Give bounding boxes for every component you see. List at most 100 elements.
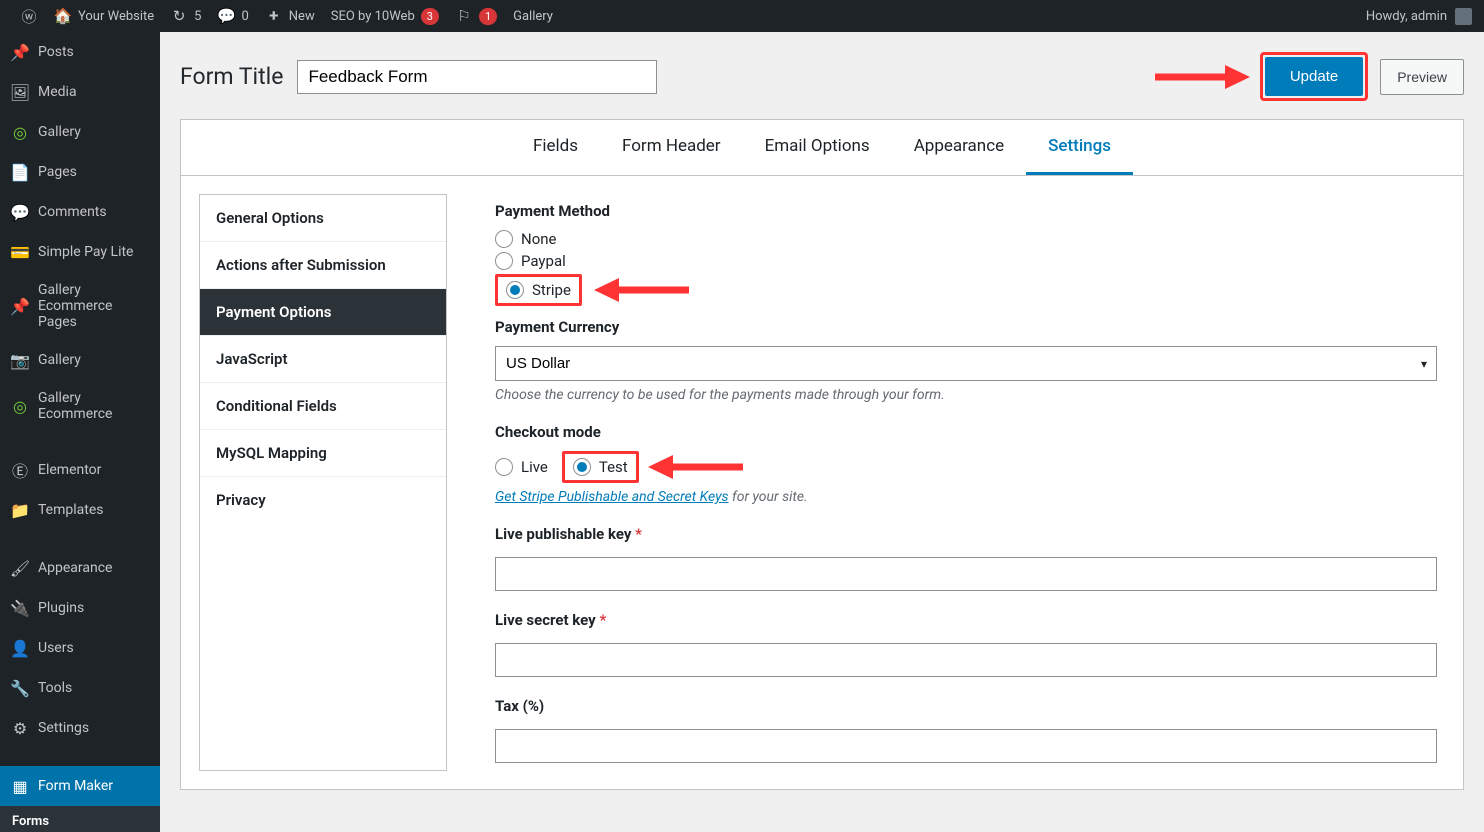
updates-count: 5: [194, 9, 201, 24]
arrow-annotation-icon: [1150, 62, 1250, 92]
tab-settings[interactable]: Settings: [1026, 120, 1133, 175]
pm-stripe-row[interactable]: Stripe: [506, 281, 571, 299]
tab-form-header[interactable]: Form Header: [600, 120, 743, 175]
sidebar-item-templates[interactable]: 📁Templates: [0, 490, 160, 530]
settings-area: Payment Method None Paypal Stripe Paymen…: [487, 194, 1445, 771]
sidebar-item-posts[interactable]: 📌Posts: [0, 32, 160, 72]
admin-bar-right: Howdy, admin: [1366, 8, 1472, 25]
highlight-stripe: Stripe: [495, 274, 582, 306]
menu-label: Gallery Ecommerce: [38, 390, 150, 422]
currency-label: Payment Currency: [495, 318, 1437, 336]
currency-help: Choose the currency to be used for the p…: [495, 387, 1437, 403]
menu-icon: 📌: [10, 296, 30, 316]
sidebar-item-form-maker[interactable]: ▦ Form Maker: [0, 766, 160, 806]
menu-icon: ◎: [10, 122, 30, 142]
sidebar-item-plugins[interactable]: 🔌Plugins: [0, 588, 160, 628]
submenu-forms[interactable]: Forms: [0, 806, 160, 832]
notif-badge: 1: [479, 8, 497, 25]
sidebar-item-settings[interactable]: ⚙Settings: [0, 708, 160, 748]
menu-label: Gallery: [38, 352, 81, 368]
preview-button[interactable]: Preview: [1380, 59, 1464, 95]
cm-live-row[interactable]: Live: [495, 458, 548, 476]
menu-icon: 💬: [10, 202, 30, 222]
menu-label: Tools: [38, 680, 72, 696]
sidebar-item-appearance[interactable]: 🖌Appearance: [0, 548, 160, 588]
tab-fields[interactable]: Fields: [511, 120, 600, 175]
update-button[interactable]: Update: [1265, 57, 1363, 96]
cm-test-row[interactable]: Test: [573, 458, 628, 476]
admin-sidebar: 📌Posts 🖼 Media ◎ Gallery 📄Pages💬Comments💳Simp…: [0, 32, 160, 832]
live-sec-label: Live secret key *: [495, 611, 1437, 629]
menu-label: Form Maker: [38, 778, 113, 794]
site-name: Your Website: [78, 9, 154, 24]
sidenav-payment-options[interactable]: Payment Options: [200, 289, 446, 336]
seo-link[interactable]: SEO by 10Web3: [323, 0, 447, 32]
radio-icon: [573, 458, 591, 476]
tab-email-options[interactable]: Email Options: [743, 120, 892, 175]
sidebar-item-media[interactable]: 🖼 Media: [0, 72, 160, 112]
sidenav-javascript[interactable]: JavaScript: [200, 336, 446, 383]
avatar[interactable]: [1455, 8, 1472, 25]
sidebar-item-gallery[interactable]: 📷 Gallery: [0, 340, 160, 380]
tax-input[interactable]: [495, 729, 1437, 763]
menu-icon: Ⓔ: [10, 460, 30, 480]
radio-icon: [495, 458, 513, 476]
arrow-annotation-icon: [648, 452, 748, 482]
sidenav-actions-after-submission[interactable]: Actions after Submission: [200, 242, 446, 289]
currency-select[interactable]: US Dollar: [495, 346, 1437, 381]
stripe-keys-link[interactable]: Get Stripe Publishable and Secret Keys: [495, 489, 729, 505]
form-title-label: Form Title: [180, 63, 283, 90]
panel-body: General OptionsActions after SubmissionP…: [181, 176, 1463, 789]
home-icon: 🏠: [54, 7, 72, 25]
menu-icon: 🔧: [10, 678, 30, 698]
updates-link[interactable]: ↻5: [162, 0, 209, 32]
menu-icon: 📷: [10, 350, 30, 370]
new-content-link[interactable]: +New: [257, 0, 323, 32]
sidenav-general-options[interactable]: General Options: [200, 195, 446, 242]
sidebar-item-simple-pay-lite[interactable]: 💳Simple Pay Lite: [0, 232, 160, 272]
sidebar-item-users[interactable]: 👤Users: [0, 628, 160, 668]
tab-appearance[interactable]: Appearance: [892, 120, 1026, 175]
pm-paypal-label: Paypal: [521, 252, 566, 270]
payment-method-label: Payment Method: [495, 202, 1437, 220]
pm-paypal-row[interactable]: Paypal: [495, 252, 1437, 270]
sidebar-item-elementor[interactable]: ⒺElementor: [0, 450, 160, 490]
sidenav-conditional-fields[interactable]: Conditional Fields: [200, 383, 446, 430]
menu-icon: 📌: [10, 42, 30, 62]
sidebar-item-gallery-ecommerce[interactable]: ◎ Gallery Ecommerce: [0, 380, 160, 432]
checkout-mode-label: Checkout mode: [495, 423, 1437, 441]
sidebar-item-comments[interactable]: 💬Comments: [0, 192, 160, 232]
sidebar-item-tools[interactable]: 🔧 Tools: [0, 668, 160, 708]
live-publishable-key-input[interactable]: [495, 557, 1437, 591]
menu-icon: ⚙: [10, 718, 30, 738]
seo-badge: 3: [421, 8, 439, 25]
menu-icon: ◎: [10, 396, 30, 416]
howdy-text: Howdy, admin: [1366, 9, 1447, 24]
menu-icon: 🖼: [10, 82, 30, 102]
form-title-input[interactable]: [297, 60, 657, 94]
menu-icon: 👤: [10, 638, 30, 658]
menu-label: Templates: [38, 502, 104, 518]
sidebar-item-gallery[interactable]: ◎ Gallery: [0, 112, 160, 152]
sidenav-privacy[interactable]: Privacy: [200, 477, 446, 523]
notif-link[interactable]: ⚐1: [447, 0, 505, 32]
comments-link[interactable]: 💬0: [209, 0, 256, 32]
highlight-test: Test: [562, 451, 639, 483]
site-name-link[interactable]: 🏠 Your Website: [46, 0, 162, 32]
title-actions: Update Preview: [1260, 52, 1464, 101]
sidebar-item-gallery-ecommerce-pages[interactable]: 📌Gallery Ecommerce Pages: [0, 272, 160, 340]
pm-stripe-label: Stripe: [532, 281, 571, 299]
sidenav-mysql-mapping[interactable]: MySQL Mapping: [200, 430, 446, 477]
radio-icon: [495, 230, 513, 248]
cm-test-label: Test: [599, 458, 628, 476]
wp-logo[interactable]: ⓦ: [12, 0, 46, 32]
sidebar-item-pages[interactable]: 📄Pages: [0, 152, 160, 192]
refresh-icon: ↻: [170, 7, 188, 25]
menu-label: Media: [38, 84, 77, 100]
menu-icon: 🖌: [10, 558, 30, 578]
menu-label: Gallery: [38, 124, 81, 140]
gallery-link[interactable]: Gallery: [505, 0, 561, 32]
live-secret-key-input[interactable]: [495, 643, 1437, 677]
radio-icon: [495, 252, 513, 270]
pm-none-row[interactable]: None: [495, 230, 1437, 248]
